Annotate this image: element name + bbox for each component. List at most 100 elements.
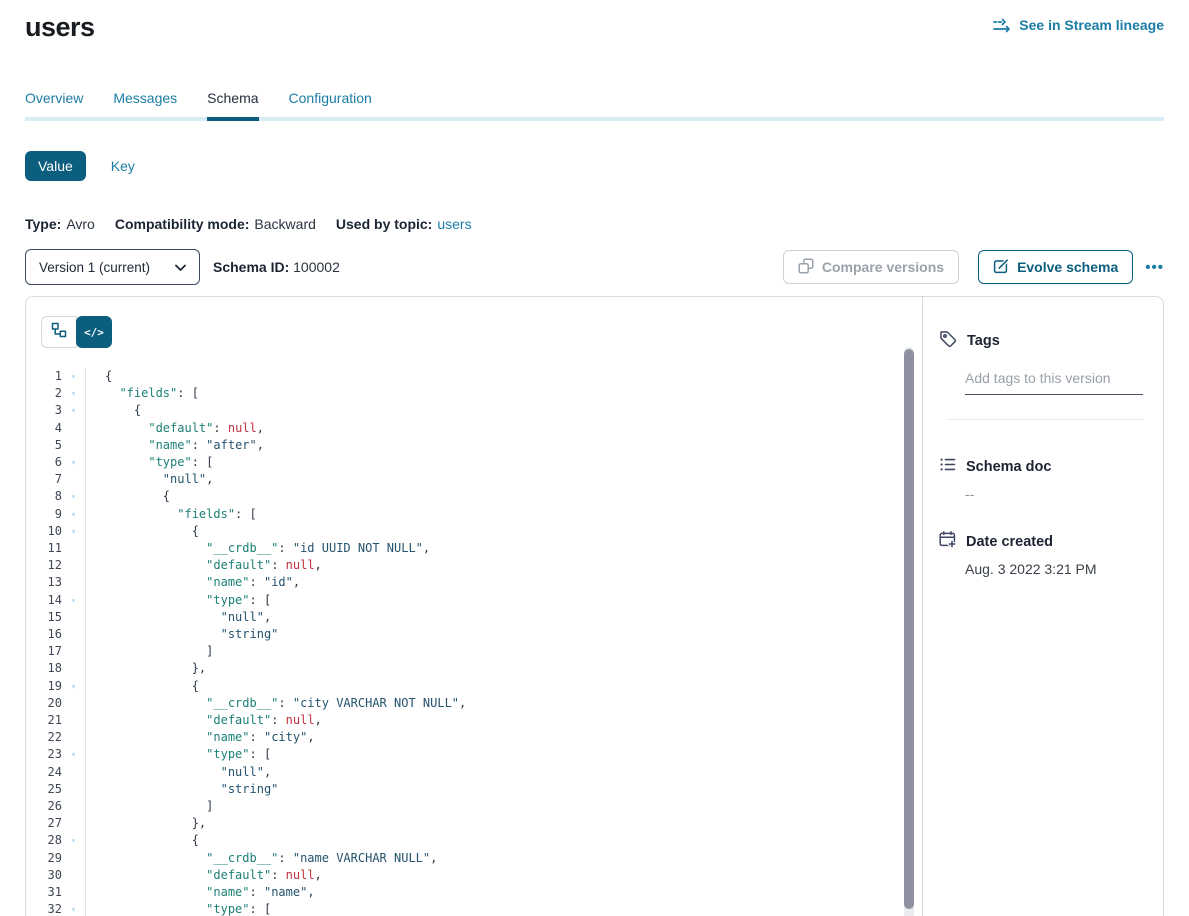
code-line: 5 "name": "after", [26,437,922,454]
editor-toolbar: </> [26,297,922,348]
line-number: 17 [26,643,62,660]
code-text: { [86,832,199,849]
code-line: 21 "default": null, [26,712,922,729]
code-text: "__crdb__": "city VARCHAR NOT NULL", [86,695,466,712]
fold-arrow-icon[interactable]: ▾ [62,385,85,402]
line-number: 16 [26,626,62,643]
code-line: 9▾ "fields": [ [26,506,922,523]
code-line: 6▾ "type": [ [26,454,922,471]
code-line: 11 "__crdb__": "id UUID NOT NULL", [26,540,922,557]
fold-arrow-icon[interactable]: ▾ [62,402,85,419]
gutter: 29 [26,850,86,867]
schema-doc-value: -- [965,486,1143,502]
fold-arrow-icon [62,850,85,867]
editor-scrollbar[interactable] [904,347,914,916]
code-line: 10▾ { [26,523,922,540]
fold-arrow-icon [62,471,85,488]
value-toggle-button[interactable]: Value [25,151,86,181]
line-number: 4 [26,420,62,437]
tab-configuration[interactable]: Configuration [289,90,372,121]
compare-versions-button[interactable]: Compare versions [783,250,959,284]
version-select[interactable]: Version 1 (current) [25,249,200,285]
fold-arrow-icon [62,798,85,815]
line-number: 28 [26,832,62,849]
sidebar-divider [947,419,1143,420]
tab-underline-track [25,117,1164,121]
code-text: "name": "city", [86,729,315,746]
code-text: "fields": [ [86,385,199,402]
add-tags-input[interactable] [965,366,1143,395]
page-title: users [25,12,95,43]
code-text: }, [86,660,206,677]
schema-controls-row: Version 1 (current) Schema ID: 100002 Co… [25,249,1164,285]
code-line: 18 }, [26,660,922,677]
line-number: 25 [26,781,62,798]
editor-scrollbar-thumb[interactable] [904,349,914,909]
line-number: 6 [26,454,62,471]
gutter: 9▾ [26,506,86,523]
key-toggle-button[interactable]: Key [111,158,135,174]
line-number: 30 [26,867,62,884]
line-number: 7 [26,471,62,488]
line-number: 9 [26,506,62,523]
used-by-topic-label: Used by topic: [336,216,432,232]
code-line: 20 "__crdb__": "city VARCHAR NOT NULL", [26,695,922,712]
gutter: 32▾ [26,901,86,916]
tab-messages[interactable]: Messages [113,90,177,121]
topic-link[interactable]: users [437,216,471,232]
fold-arrow-icon [62,781,85,798]
code-line: 8▾ { [26,488,922,505]
line-number: 20 [26,695,62,712]
fold-arrow-icon[interactable]: ▾ [62,488,85,505]
code-text: "default": null, [86,557,322,574]
gutter: 17 [26,643,86,660]
code-text: "name": "after", [86,437,264,454]
date-created-value: Aug. 3 2022 3:21 PM [965,561,1143,577]
code-text: "type": [ [86,454,213,471]
line-number: 19 [26,678,62,695]
code-line: 16 "string" [26,626,922,643]
code-line: 1▾{ [26,368,922,385]
more-actions-button[interactable]: ••• [1145,259,1164,276]
fold-arrow-icon[interactable]: ▾ [62,901,85,916]
schema-sidebar: Tags Schema doc -- [922,297,1163,916]
fold-arrow-icon[interactable]: ▾ [62,368,85,385]
tab-overview[interactable]: Overview [25,90,83,121]
evolve-schema-button[interactable]: Evolve schema [978,250,1133,284]
date-created-heading: Date created [939,531,1143,552]
code-text: ] [86,798,213,815]
code-line: 28▾ { [26,832,922,849]
fold-arrow-icon [62,764,85,781]
fold-arrow-icon [62,574,85,591]
line-number: 12 [26,557,62,574]
code-text: }, [86,815,206,832]
tree-view-button[interactable] [41,316,77,348]
code-text: "type": [ [86,746,271,763]
schema-panel: </> 1▾{2▾ "fields": [3▾ {4 "default": nu… [25,296,1164,916]
fold-arrow-icon[interactable]: ▾ [62,454,85,471]
schema-doc-heading: Schema doc [939,456,1143,477]
line-number: 31 [26,884,62,901]
gutter: 10▾ [26,523,86,540]
line-number: 14 [26,592,62,609]
edit-icon [993,258,1009,277]
fold-arrow-icon[interactable]: ▾ [62,832,85,849]
fold-arrow-icon[interactable]: ▾ [62,746,85,763]
fold-arrow-icon[interactable]: ▾ [62,523,85,540]
schema-id: Schema ID: 100002 [213,259,340,275]
line-number: 2 [26,385,62,402]
line-number: 13 [26,574,62,591]
fold-arrow-icon [62,729,85,746]
code-text: "name": "id", [86,574,300,591]
tab-schema[interactable]: Schema [207,90,258,121]
fold-arrow-icon[interactable]: ▾ [62,506,85,523]
code-line: 3▾ { [26,402,922,419]
gutter: 28▾ [26,832,86,849]
code-line: 26 ] [26,798,922,815]
stream-lineage-link[interactable]: See in Stream lineage [992,17,1164,33]
page-header: users See in Stream lineage [25,0,1164,43]
fold-arrow-icon[interactable]: ▾ [62,678,85,695]
code-view-button[interactable]: </> [76,316,112,348]
gutter: 21 [26,712,86,729]
fold-arrow-icon[interactable]: ▾ [62,592,85,609]
